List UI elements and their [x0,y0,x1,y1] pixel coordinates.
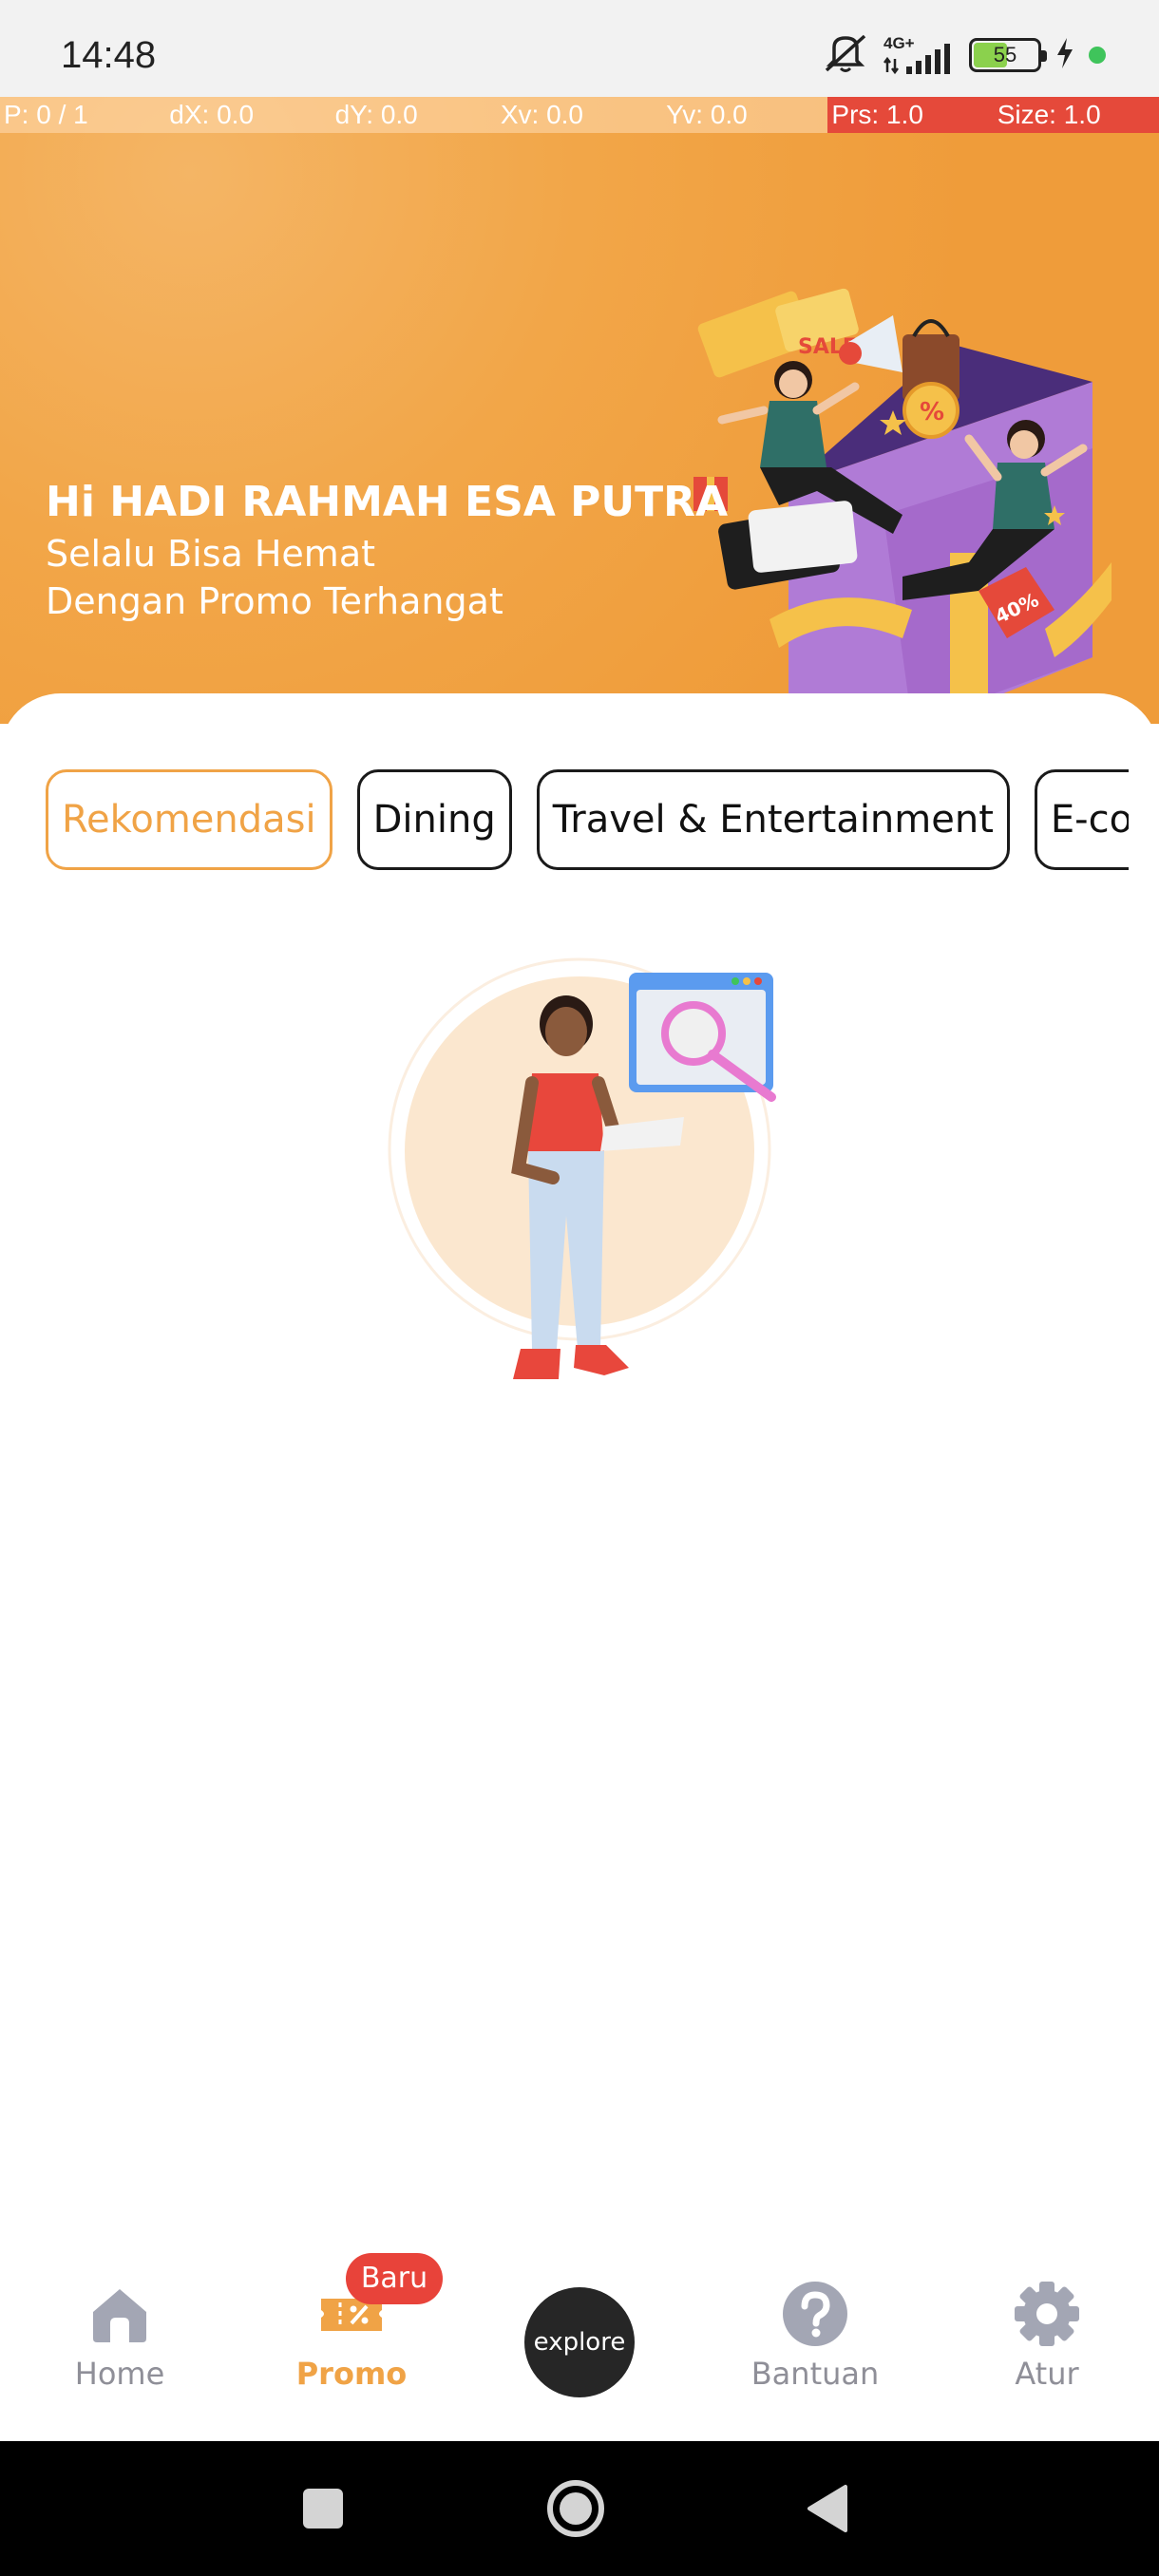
tab-e-commerce[interactable]: E-commerce [1034,769,1129,870]
home-system-button[interactable] [519,2441,633,2576]
nav-settings-label: Atur [1015,2356,1079,2392]
home-icon [93,2289,146,2342]
tab-travel-entertainment[interactable]: Travel & Entertainment [536,769,1010,870]
debug-size: Size: 1.0 [993,97,1159,133]
charging-icon [1054,36,1075,74]
pointer-debug-bar: P: 0 / 1 dX: 0.0 dY: 0.0 Xv: 0.0 Yv: 0.0… [0,97,1159,133]
nav-home-label: Home [74,2356,165,2392]
content-card [0,693,1159,2261]
debug-pointer: P: 0 / 1 [0,97,166,133]
status-icons: 4G+ 55 [821,32,1106,78]
status-bar: 14:48 4G+ 55 [0,0,1159,97]
nav-help-label: Bantuan [750,2356,880,2392]
nav-help[interactable]: Bantuan [720,2242,910,2441]
user-greeting: Hi HADI RAHMAH ESA PUTRA [46,478,729,526]
explore-button[interactable]: explore [524,2287,635,2397]
square-icon [303,2489,343,2529]
system-navigation-bar [0,2441,1159,2576]
back-triangle-icon [808,2485,847,2532]
gear-icon [1015,2282,1079,2346]
tagline-line-1: Selalu Bisa Hemat [46,533,376,575]
tab-dining[interactable]: Dining [356,769,512,870]
mute-icon [821,32,870,78]
signal-icon: 4G+ [884,34,956,76]
battery-level: 55 [993,43,1017,66]
greeting-block: Hi HADI RAHMAH ESA PUTRA Selalu Bisa Hem… [46,475,730,625]
promo-banner: SALE % 40% Hi HADI RAHMAH ESA PUTRA Sela… [0,97,1159,781]
back-button[interactable] [770,2441,884,2576]
nav-home[interactable]: Home [25,2242,215,2441]
debug-dx: dX: 0.0 [165,97,332,133]
help-icon [783,2282,847,2346]
recents-button[interactable] [266,2441,380,2576]
debug-dy: dY: 0.0 [331,97,497,133]
privacy-indicator-dot [1089,47,1106,64]
tab-rekomendasi[interactable]: Rekomendasi [46,769,332,870]
svg-text:%: % [920,398,944,426]
empty-state-illustration [388,957,776,1379]
new-badge: Baru [346,2253,443,2304]
debug-yv: Yv: 0.0 [662,97,828,133]
debug-xv: Xv: 0.0 [496,97,663,133]
nav-promo-label: Promo [295,2356,408,2392]
battery-icon: 55 [969,38,1047,72]
nav-settings[interactable]: Atur [952,2242,1142,2441]
circle-icon [547,2480,604,2537]
debug-pressure: Prs: 1.0 [827,97,994,133]
tagline-line-2: Dengan Promo Terhangat [46,580,504,622]
category-tabs: Rekomendasi Dining Travel & Entertainment E… [46,769,1129,870]
status-time: 14:48 [61,34,157,76]
